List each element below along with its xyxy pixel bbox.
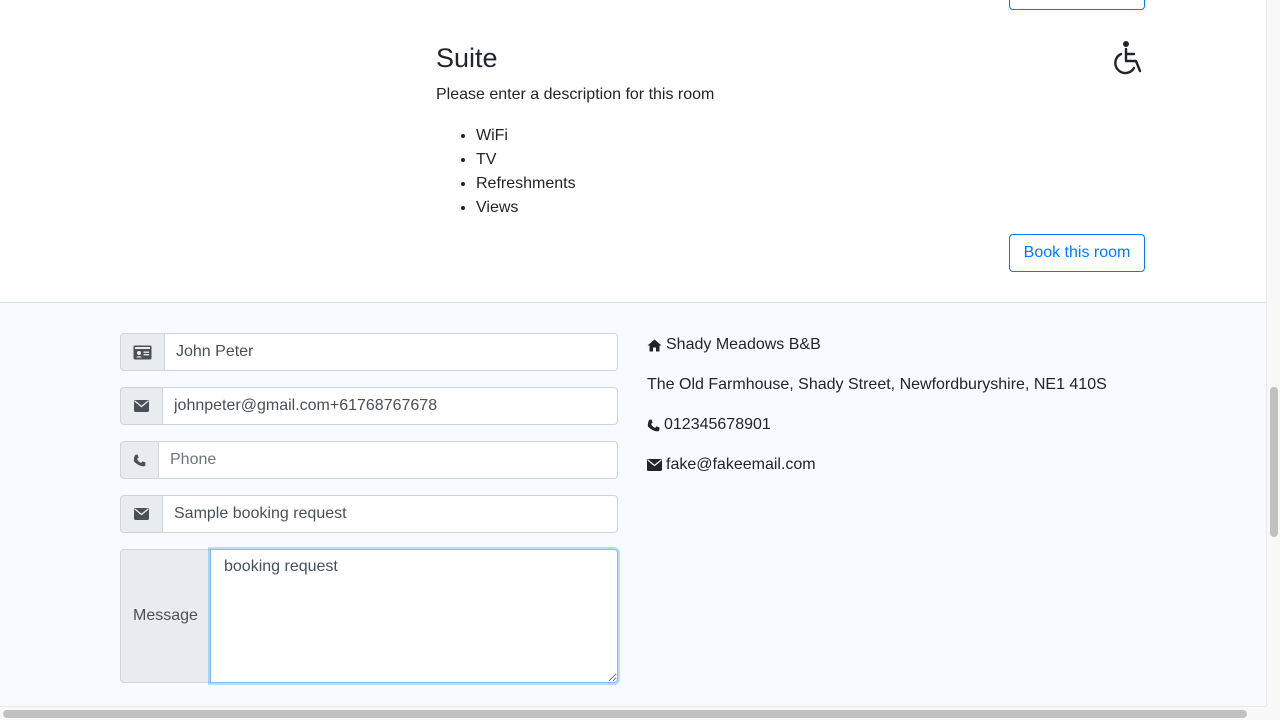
vertical-scrollbar[interactable] — [1266, 0, 1280, 706]
email-input-group — [120, 387, 618, 425]
name-field[interactable] — [164, 333, 618, 371]
subject-input[interactable] — [174, 505, 606, 523]
contact-address-line: The Old Farmhouse, Shady Street, Newford… — [647, 375, 1107, 395]
contact-email-line: fake@fakeemail.com — [647, 455, 816, 475]
previous-book-button[interactable] — [1009, 0, 1145, 10]
message-label: Message — [120, 549, 210, 683]
envelope-icon — [120, 387, 162, 425]
name-input[interactable] — [176, 343, 606, 361]
bnb-address: The Old Farmhouse, Shady Street, Newford… — [647, 376, 1107, 393]
phone-icon — [647, 419, 660, 431]
feature-item: WiFi — [476, 124, 576, 148]
contact-phone-line: 012345678901 — [647, 415, 771, 435]
email-field[interactable] — [162, 387, 618, 425]
id-card-icon — [120, 333, 164, 371]
contact-name-line: Shady Meadows B&B — [647, 335, 821, 355]
room-card: Suite Please enter a description for thi… — [0, 0, 1266, 303]
message-input-group: Message booking request — [120, 549, 618, 683]
bnb-phone: 012345678901 — [664, 416, 771, 433]
phone-input[interactable] — [170, 451, 606, 469]
phone-input-group — [120, 441, 618, 479]
feature-item: Views — [476, 196, 576, 220]
room-features-list: WiFi TV Refreshments Views — [476, 124, 576, 220]
envelope-icon — [120, 495, 162, 533]
name-input-group — [120, 333, 618, 371]
phone-field[interactable] — [158, 441, 618, 479]
room-title: Suite — [436, 43, 498, 73]
room-description: Please enter a description for this room — [436, 86, 715, 103]
wheelchair-icon — [1114, 41, 1142, 75]
envelope-icon — [647, 459, 662, 471]
message-textarea[interactable]: booking request — [210, 549, 618, 683]
vertical-scrollbar-thumb[interactable] — [1270, 387, 1278, 537]
email-input[interactable] — [174, 397, 606, 415]
book-room-button[interactable]: Book this room — [1009, 234, 1145, 272]
home-icon — [647, 339, 662, 351]
subject-field[interactable] — [162, 495, 618, 533]
scrollbar-corner — [1266, 706, 1280, 720]
feature-item: TV — [476, 148, 576, 172]
bnb-email: fake@fakeemail.com — [666, 456, 816, 473]
subject-input-group — [120, 495, 618, 533]
horizontal-scrollbar-thumb[interactable] — [3, 710, 1247, 718]
phone-icon — [120, 441, 158, 479]
bnb-name: Shady Meadows B&B — [666, 336, 821, 353]
horizontal-scrollbar[interactable] — [0, 706, 1266, 720]
feature-item: Refreshments — [476, 172, 576, 196]
